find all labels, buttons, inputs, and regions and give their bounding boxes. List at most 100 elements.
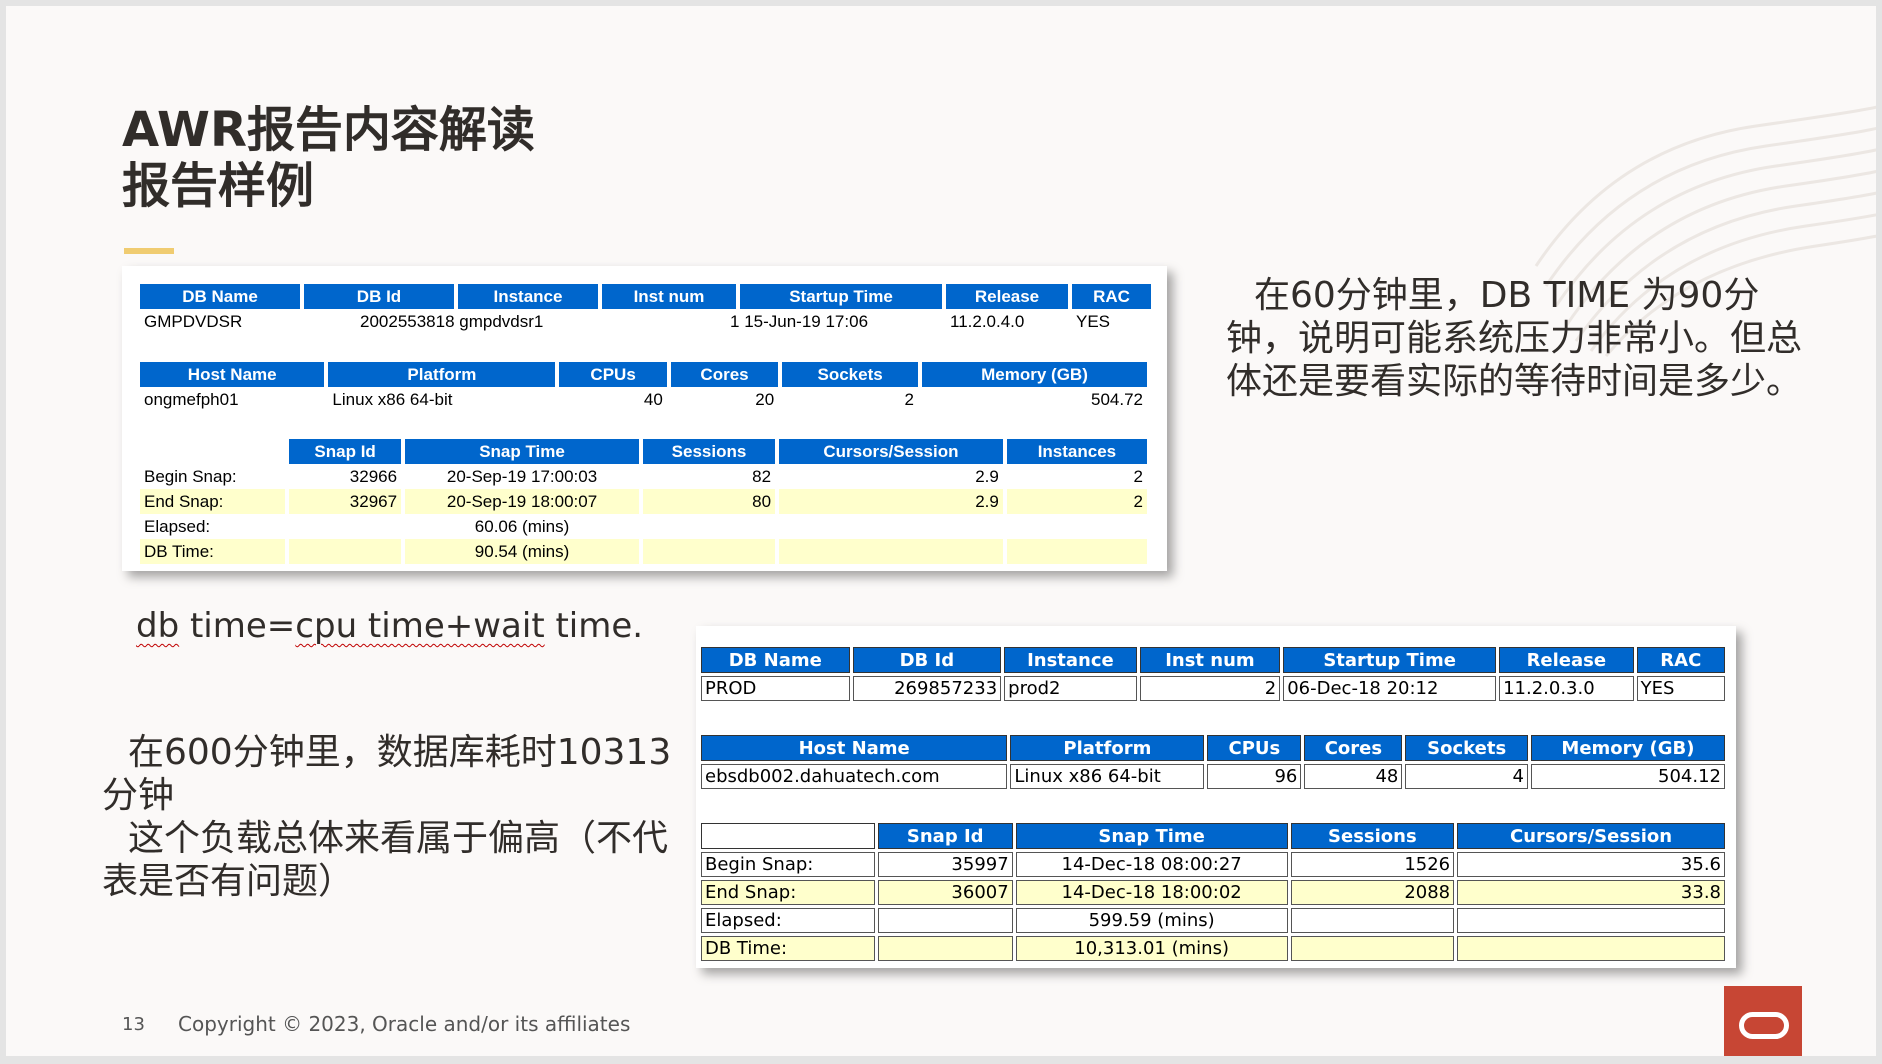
r1-snap-sessions: 80 xyxy=(642,489,776,514)
r2-inst-num: 2 xyxy=(1139,676,1281,701)
r1-th-release: Release xyxy=(946,284,1068,309)
r2-snap-row-elapsed: Elapsed: 599.59 (mins) xyxy=(701,908,1725,933)
r1-db-header-row: DB Name DB Id Instance Inst num Startup … xyxy=(140,284,1151,309)
r2-th-host-name: Host Name xyxy=(701,735,1008,761)
r2-snap-label: Elapsed: xyxy=(701,908,875,933)
r2-snap-time: 14-Dec-18 08:00:27 xyxy=(1015,852,1288,877)
r2-snap-id xyxy=(877,908,1013,933)
r1-th-memory: Memory (GB) xyxy=(922,362,1147,387)
r1-snap-instances: 2 xyxy=(1006,489,1147,514)
r2-th-rac: RAC xyxy=(1636,647,1725,673)
r2-snap-header-row: Snap Id Snap Time Sessions Cursors/Sessi… xyxy=(701,823,1725,849)
r1-snap-id xyxy=(289,514,401,539)
r1-db-id: 2002553818 xyxy=(360,311,455,331)
r2-cpus: 96 xyxy=(1207,764,1302,789)
r1-snap-label: DB Time: xyxy=(140,539,286,564)
r2-db-header-row: DB Name DB Id Instance Inst num Startup … xyxy=(701,647,1725,673)
awr-report-1: DB Name DB Id Instance Inst num Startup … xyxy=(122,266,1167,571)
formula-text: db time=cpu time+wait time. xyxy=(136,606,643,646)
r1-th-instances: Instances xyxy=(1006,439,1147,464)
r2-th-startup-time: Startup Time xyxy=(1283,647,1497,673)
r2-snap-table: Snap Id Snap Time Sessions Cursors/Sessi… xyxy=(698,820,1728,964)
title-line-2: 报告样例 xyxy=(122,158,315,214)
r2-th-inst-num: Inst num xyxy=(1139,647,1281,673)
r1-th-sockets: Sockets xyxy=(782,362,918,387)
r2-snap-row-begin: Begin Snap: 35997 14-Dec-18 08:00:27 152… xyxy=(701,852,1725,877)
formula-part-cpu-wait: cpu time+wait xyxy=(295,606,545,646)
r2-th-blank xyxy=(701,823,875,849)
r1-release: 11.2.0.4.0 xyxy=(950,311,1025,331)
r1-db-table: DB Name DB Id Instance Inst num Startup … xyxy=(136,284,1155,334)
r2-snap-id: 36007 xyxy=(877,880,1013,905)
r1-platform: Linux x86 64-bit xyxy=(332,389,453,409)
page-number: 13 xyxy=(122,1014,145,1035)
r2-host-name: ebsdb002.dahuatech.com xyxy=(701,764,1008,789)
r1-th-db-name: DB Name xyxy=(140,284,300,309)
r2-snap-id xyxy=(877,936,1013,961)
r1-db-name: GMPDVDSR xyxy=(144,311,243,331)
r1-snap-time: 60.06 (mins) xyxy=(474,516,570,536)
r2-snap-time: 10,313.01 (mins) xyxy=(1015,936,1288,961)
r2-snap-cursors xyxy=(1457,936,1725,961)
r1-th-rac: RAC xyxy=(1072,284,1151,309)
r1-th-sessions: Sessions xyxy=(642,439,776,464)
oracle-logo-icon xyxy=(1724,986,1802,1056)
r2-snap-id: 35997 xyxy=(877,852,1013,877)
r1-snap-row-begin: Begin Snap: 32966 20-Sep-19 17:00:03 82 … xyxy=(140,464,1147,489)
r1-th-cursors: Cursors/Session xyxy=(779,439,1003,464)
r1-sockets: 2 xyxy=(904,389,914,409)
r2-th-sockets: Sockets xyxy=(1405,735,1528,761)
r2-db-row: PROD 269857233 prod2 2 06-Dec-18 20:12 1… xyxy=(701,676,1725,701)
r2-snap-sessions: 2088 xyxy=(1290,880,1455,905)
formula-part-time: time= xyxy=(179,606,296,646)
formula-part-end: time. xyxy=(544,606,644,646)
slide: AWR报告内容解读 报告样例 DB Name DB Id Instance In… xyxy=(6,6,1876,1056)
r1-snap-instances xyxy=(1006,539,1147,564)
r2-db-table: DB Name DB Id Instance Inst num Startup … xyxy=(698,644,1728,704)
title-accent-bar xyxy=(124,248,174,254)
r2-th-snap-id: Snap Id xyxy=(877,823,1013,849)
r1-snap-id xyxy=(289,539,402,564)
r1-db-id-instance: 2002553818 gmpdvdsr1 xyxy=(304,309,598,334)
r1-snap-id: 32967 xyxy=(289,489,402,514)
title-line-1: AWR报告内容解读 xyxy=(122,102,535,158)
r2-snap-sessions: 1526 xyxy=(1290,852,1455,877)
r1-snap-row-dbtime: DB Time: 90.54 (mins) xyxy=(140,539,1147,564)
r1-th-db-id: DB Id xyxy=(304,284,454,309)
r2-th-cursors: Cursors/Session xyxy=(1457,823,1725,849)
note-left-text-2: 这个负载总体来看属于偏高（不代表是否有问题） xyxy=(102,818,669,902)
r2-snap-label: Begin Snap: xyxy=(701,852,875,877)
copyright-text: Copyright © 2023, Oracle and/or its affi… xyxy=(178,1012,631,1036)
r1-th-platform: Platform xyxy=(328,362,556,387)
r2-snap-label: DB Time: xyxy=(701,936,875,961)
r2-th-db-name: DB Name xyxy=(701,647,850,673)
r1-snap-label: Begin Snap: xyxy=(144,466,237,486)
note-left-line-1: 在600分钟里，数据库耗时10313分钟 xyxy=(102,731,682,817)
formula-part-db: db xyxy=(136,606,180,646)
r2-snap-cursors: 33.8 xyxy=(1457,880,1725,905)
r2-instance: prod2 xyxy=(1004,676,1137,701)
r1-snap-row-end: End Snap: 32967 20-Sep-19 18:00:07 80 2.… xyxy=(140,489,1147,514)
r1-inst-num: 1 xyxy=(730,311,740,331)
r2-th-platform: Platform xyxy=(1010,735,1205,761)
r1-th-startup-time: Startup Time xyxy=(740,284,942,309)
r2-th-cores: Cores xyxy=(1304,735,1403,761)
r1-cores: 20 xyxy=(755,389,775,409)
r1-snap-sessions xyxy=(642,539,776,564)
r1-host-table: Host Name Platform CPUs Cores Sockets Me… xyxy=(136,362,1151,412)
r2-db-name: PROD xyxy=(701,676,850,701)
r2-cores: 48 xyxy=(1304,764,1403,789)
r1-startup-time: 15-Jun-19 17:06 xyxy=(744,311,869,331)
r1-th-cores: Cores xyxy=(670,362,779,387)
r2-platform: Linux x86 64-bit xyxy=(1010,764,1205,789)
r1-snap-sessions xyxy=(643,514,775,539)
r2-th-cpus: CPUs xyxy=(1207,735,1302,761)
r1-instance: gmpdvdsr1 xyxy=(459,311,544,331)
r2-snap-row-end: End Snap: 36007 14-Dec-18 18:00:02 2088 … xyxy=(701,880,1725,905)
r2-snap-row-dbtime: DB Time: 10,313.01 (mins) xyxy=(701,936,1725,961)
r1-db-row: GMPDVDSR 2002553818 gmpdvdsr1 1 15-Jun-1… xyxy=(140,309,1151,334)
r1-snap-table: Snap Id Snap Time Sessions Cursors/Sessi… xyxy=(136,439,1151,564)
note-right: 在60分钟里，DB TIME 为90分钟，说明可能系统压力非常小。但总体还是要看… xyxy=(1226,274,1806,403)
note-left: 在600分钟里，数据库耗时10313分钟 这个负载总体来看属于偏高（不代表是否有… xyxy=(102,731,682,903)
r1-host-header-row: Host Name Platform CPUs Cores Sockets Me… xyxy=(140,362,1147,387)
